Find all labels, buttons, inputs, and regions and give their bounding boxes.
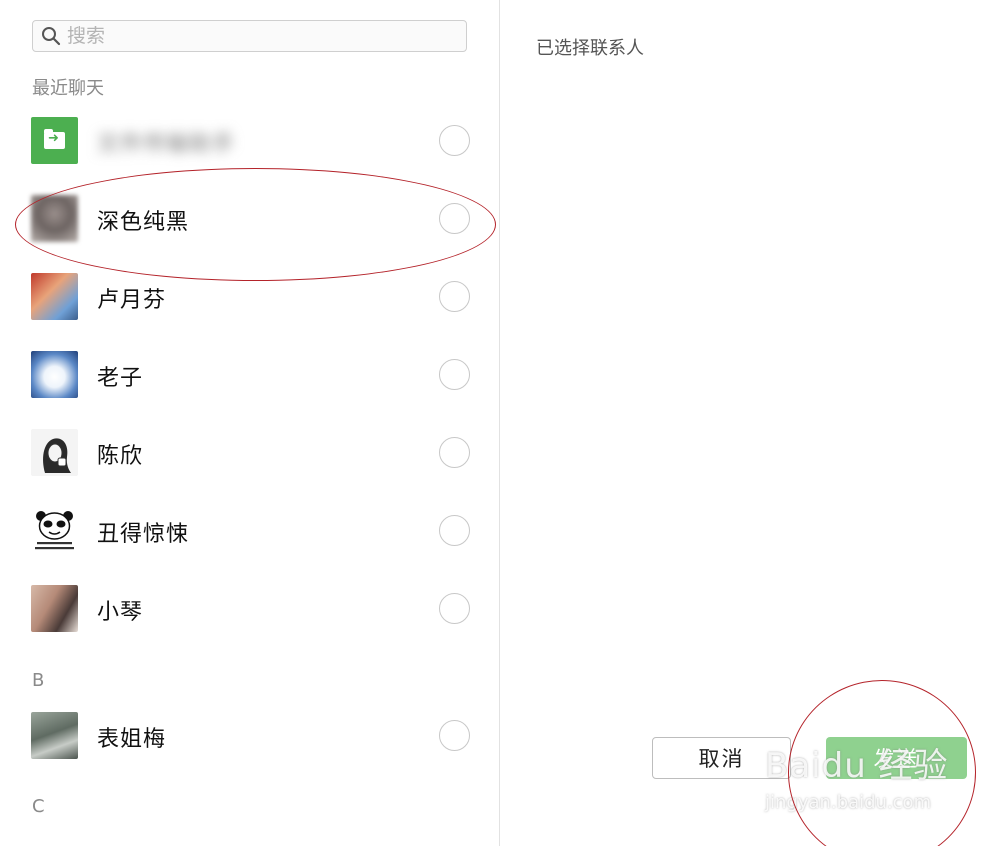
select-radio[interactable] (439, 720, 470, 751)
contact-row[interactable]: 小琴 (0, 570, 499, 648)
select-radio[interactable] (439, 359, 470, 390)
contact-name: 丑得惊悚 (97, 522, 190, 547)
select-radio[interactable] (439, 593, 470, 624)
search-input[interactable] (67, 25, 447, 47)
send-button[interactable]: 发送 (826, 737, 967, 779)
contact-name: 老子 (97, 366, 144, 391)
select-radio[interactable] (439, 203, 470, 234)
contact-row-file-transfer[interactable]: 文件传输助手 (0, 102, 499, 180)
contact-row[interactable]: 深色纯黑 (0, 180, 499, 258)
file-transfer-icon (31, 117, 78, 164)
contact-row[interactable]: 老子 (0, 336, 499, 414)
contact-name: 表姐梅 (97, 727, 167, 752)
avatar (31, 195, 78, 242)
avatar (31, 585, 78, 632)
section-header-b: B (32, 670, 45, 691)
contact-name: 深色纯黑 (97, 210, 190, 235)
select-radio[interactable] (439, 281, 470, 312)
selected-contacts-title: 已选择联系人 (536, 38, 644, 59)
contact-row[interactable]: 卢月芬 (0, 258, 499, 336)
contact-name: 文件传输助手 (97, 132, 236, 157)
select-radio[interactable] (439, 437, 470, 468)
avatar (31, 351, 78, 398)
search-icon (42, 27, 61, 46)
contact-name: 陈欣 (97, 444, 144, 469)
contact-name: 小琴 (97, 600, 144, 625)
section-header-recent: 最近聊天 (32, 78, 104, 99)
cancel-button[interactable]: 取消 (652, 737, 791, 779)
avatar (31, 507, 78, 554)
contact-row[interactable]: 丑得惊悚 (0, 492, 499, 570)
contact-picker-panel: 最近聊天 文件传输助手 深色纯黑 卢月芬 老子 陈欣 (0, 0, 500, 846)
selected-contacts-panel (500, 0, 1000, 846)
contact-row[interactable]: 表姐梅 (0, 697, 499, 775)
avatar (31, 273, 78, 320)
search-box[interactable] (32, 20, 467, 52)
contact-name: 卢月芬 (97, 288, 167, 313)
contact-row[interactable]: 陈欣 (0, 414, 499, 492)
select-radio[interactable] (439, 515, 470, 546)
section-header-c: C (32, 796, 45, 817)
select-radio[interactable] (439, 125, 470, 156)
avatar (31, 429, 78, 476)
avatar (31, 712, 78, 759)
